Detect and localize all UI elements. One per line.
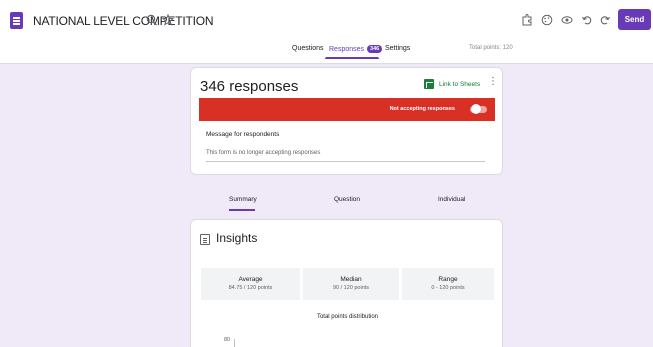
accepting-status-label: Not accepting responses — [389, 106, 455, 112]
star-icon[interactable] — [161, 13, 175, 27]
subtab-question[interactable]: Question — [334, 196, 360, 203]
responses-card: 346 responses Link to Sheets ⋮ Not accep… — [190, 67, 503, 175]
stat-range: Range 0 - 120 points — [402, 268, 494, 300]
form-title[interactable]: NATIONAL LEVEL COMPETITION — [33, 14, 214, 28]
message-label: Message for respondents — [206, 131, 280, 138]
palette-icon[interactable] — [540, 13, 554, 27]
total-points: Total points: 120 — [469, 45, 513, 51]
form-tabs: Questions Responses 346 Settings Total po… — [0, 43, 653, 63]
subtab-summary[interactable]: Summary — [229, 196, 257, 203]
stat-range-label: Range — [438, 276, 458, 283]
message-input[interactable]: This form is no longer accepting respons… — [206, 150, 320, 156]
toggle-knob[interactable] — [471, 104, 481, 114]
redo-icon[interactable] — [598, 13, 612, 27]
link-to-sheets-label: Link to Sheets — [439, 80, 481, 88]
subtab-indicator — [229, 209, 255, 211]
link-to-sheets-button[interactable]: Link to Sheets — [424, 79, 480, 89]
stat-average-value: 84.75 / 120 points — [228, 285, 273, 291]
tab-settings[interactable]: Settings — [385, 45, 410, 52]
active-tab-indicator — [325, 57, 379, 59]
stat-average-label: Average — [238, 276, 263, 283]
insights-icon — [200, 234, 210, 245]
subtab-individual[interactable]: Individual — [438, 196, 465, 203]
move-to-folder-icon[interactable] — [145, 13, 159, 27]
distribution-title: Total points distribution — [316, 314, 379, 320]
y-axis-top-label: 80 — [224, 337, 231, 343]
more-options-icon[interactable]: ⋮ — [488, 77, 498, 87]
insights-card: Insights Average 84.75 / 120 points Medi… — [190, 219, 503, 347]
stat-range-value: 0 - 120 points — [431, 285, 465, 291]
stat-average: Average 84.75 / 120 points — [201, 268, 300, 300]
preview-eye-icon[interactable] — [560, 13, 574, 27]
send-button[interactable]: Send — [618, 9, 651, 30]
forms-app-icon[interactable] — [10, 12, 23, 29]
stat-median-value: 90 / 120 points — [332, 285, 370, 291]
top-bar: NATIONAL LEVEL COMPETITION Send Question… — [0, 0, 653, 64]
stat-median: Median 90 / 120 points — [303, 268, 399, 300]
y-axis-line — [234, 339, 235, 347]
addon-puzzle-icon[interactable] — [520, 13, 534, 27]
stat-median-label: Median — [340, 276, 362, 283]
tab-responses[interactable]: Responses 346 — [329, 45, 383, 53]
message-input-underline — [206, 161, 485, 162]
not-accepting-banner: Not accepting responses — [199, 98, 495, 121]
responses-count-badge: 346 — [367, 45, 383, 53]
insights-title: Insights — [216, 231, 258, 245]
undo-icon[interactable] — [580, 13, 594, 27]
sheets-icon — [424, 79, 434, 89]
responses-count-title: 346 responses — [200, 78, 299, 95]
tab-questions[interactable]: Questions — [292, 45, 324, 52]
tab-responses-label: Responses — [329, 45, 365, 53]
